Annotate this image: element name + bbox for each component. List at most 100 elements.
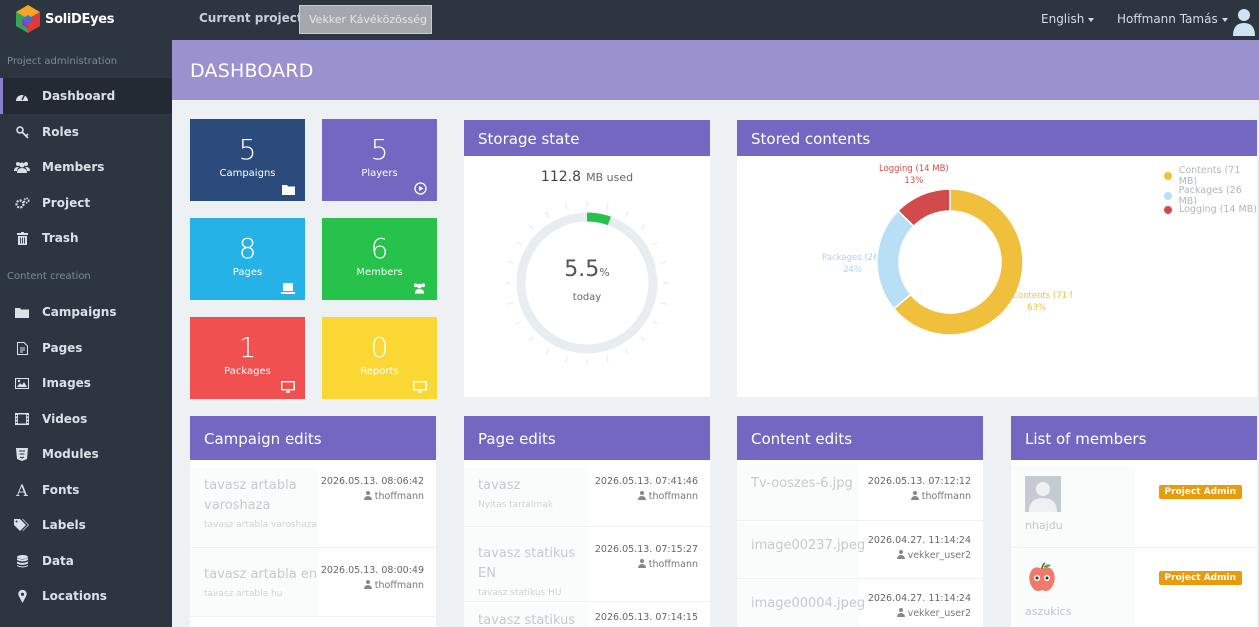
folder-icon bbox=[282, 185, 295, 195]
tile-campaigns[interactable]: 5 Campaigns bbox=[190, 119, 305, 201]
list-item[interactable]: tavasz statikus EN tavasz statikus HU 20… bbox=[464, 528, 710, 602]
sidebar-item-pages[interactable]: Pages bbox=[0, 330, 172, 366]
tile-packages[interactable]: 1 Packages bbox=[190, 317, 305, 399]
sidebar-item-labels[interactable]: Labels bbox=[0, 507, 172, 543]
monitor-icon bbox=[413, 381, 427, 393]
gauge-tick bbox=[606, 203, 609, 210]
edit-user: vekker_user2 bbox=[907, 550, 971, 561]
sidebar-item-fonts[interactable]: A Fonts bbox=[0, 472, 172, 508]
storage-percent: 5.5% bbox=[464, 257, 710, 282]
gauge-tick bbox=[545, 211, 550, 218]
legend-swatch bbox=[1164, 172, 1172, 180]
tile-label: Reports bbox=[360, 366, 399, 377]
gauge-tick bbox=[640, 336, 646, 342]
list-item[interactable]: image00004.jpeg 2026.04.27. 11:14:24 vek… bbox=[737, 580, 983, 627]
storage-used-value: 112.8 bbox=[540, 169, 581, 185]
list-item[interactable]: tavasz statikus HU 2026.05.13. 07:14:15 bbox=[464, 603, 710, 627]
tile-reports[interactable]: 0 Reports bbox=[322, 317, 437, 399]
html5-icon bbox=[12, 447, 32, 461]
page-title: DASHBOARD bbox=[190, 60, 314, 82]
sidebar-item-data[interactable]: Data bbox=[0, 543, 172, 579]
user-icon bbox=[896, 608, 905, 617]
list-item[interactable]: image00237.jpeg 2026.04.27. 11:14:24 vek… bbox=[737, 522, 983, 579]
members-panel: List of members nhajdu Project Admin asz… bbox=[1011, 416, 1257, 627]
trash-icon bbox=[12, 231, 32, 245]
brand-name: SoliDEyes bbox=[45, 11, 115, 27]
edit-date: 2026.05.13. 07:41:46 bbox=[594, 476, 698, 487]
cogs-icon bbox=[12, 196, 32, 210]
storage-gauge bbox=[505, 201, 669, 365]
tile-players[interactable]: 5 Players bbox=[322, 119, 437, 201]
chevron-down-icon bbox=[1088, 17, 1095, 22]
user-dropdown[interactable]: Hoffmann Tamás bbox=[1117, 12, 1228, 26]
list-item[interactable]: Tv-ooszes-6.jpg 2026.05.13. 07:12:12 tho… bbox=[737, 464, 983, 521]
pie-label-percent: 13% bbox=[904, 176, 924, 186]
gauge-tick bbox=[624, 211, 629, 218]
edit-user: thoffmann bbox=[648, 491, 698, 502]
sidebar-item-members[interactable]: Members bbox=[0, 149, 172, 185]
storage-percent-value: 5.5 bbox=[564, 257, 600, 282]
gauge-track bbox=[516, 212, 658, 354]
brand-logo[interactable]: SoliDEyes bbox=[13, 3, 115, 35]
chevron-down-icon bbox=[1221, 17, 1228, 22]
sidebar-item-dashboard[interactable]: Dashboard bbox=[0, 78, 172, 114]
list-item[interactable]: nhajdu Project Admin bbox=[1011, 466, 1257, 548]
sidebar-item-label: Members bbox=[42, 160, 105, 174]
gauge-tick bbox=[528, 224, 534, 230]
pie-slice-packages[interactable] bbox=[877, 209, 915, 310]
sidebar-item-label: Trash bbox=[42, 231, 79, 245]
legend-item-contents[interactable]: Contents (71 MB) bbox=[1164, 165, 1259, 187]
user-avatar-icon[interactable] bbox=[1232, 6, 1256, 36]
legend-item-logging[interactable]: Logging (14 MB) bbox=[1164, 204, 1257, 215]
sidebar-item-videos[interactable]: Videos bbox=[0, 401, 172, 437]
panel-title: Storage state bbox=[464, 120, 710, 156]
pie-label-packages: Packages (26 MB) 24% bbox=[822, 252, 877, 276]
sidebar-item-campaigns[interactable]: Campaigns bbox=[0, 294, 172, 330]
sidebar-item-locations[interactable]: Locations bbox=[0, 578, 172, 614]
list-item[interactable]: tavasz artabla en tavasz artabla hu 2026… bbox=[190, 549, 436, 617]
sidebar-item-label: Images bbox=[42, 376, 91, 390]
sidebar-item-project[interactable]: Project bbox=[0, 185, 172, 221]
tile-value: 8 bbox=[238, 232, 257, 265]
apple-avatar-icon bbox=[1029, 562, 1055, 591]
language-dropdown[interactable]: English bbox=[1041, 12, 1095, 26]
sidebar-item-roles[interactable]: Roles bbox=[0, 114, 172, 150]
tile-value: 5 bbox=[370, 133, 389, 166]
edit-subtitle: Nyitas tartalmak bbox=[478, 500, 553, 510]
sidebar-section-content: Content creation bbox=[7, 271, 91, 282]
panel-title: Stored contents bbox=[737, 120, 1257, 156]
edit-title: image00004.jpeg bbox=[751, 596, 866, 611]
list-item[interactable]: tavasz artabla varoshaza tavasz artabla … bbox=[190, 468, 436, 548]
list-item[interactable]: tavasz Nyitas tartalmak 2026.05.13. 07:4… bbox=[464, 468, 710, 527]
sidebar-item-label: Project bbox=[42, 196, 91, 210]
legend-label: Logging (14 MB) bbox=[1179, 204, 1257, 215]
sidebar-item-trash[interactable]: Trash bbox=[0, 220, 172, 256]
sidebar-item-label: Fonts bbox=[42, 483, 80, 497]
edit-title: Tv-ooszes-6.jpg bbox=[751, 476, 853, 491]
sidebar-item-label: Locations bbox=[42, 589, 107, 603]
edit-title: tavasz artabla en bbox=[204, 567, 318, 582]
current-project-label: Current project bbox=[199, 11, 303, 25]
list-item[interactable]: aszukics Project Admin bbox=[1011, 549, 1257, 627]
tile-members[interactable]: 6 Members bbox=[322, 218, 437, 300]
role-badge: Project Admin bbox=[1158, 571, 1242, 585]
tile-label: Campaigns bbox=[219, 168, 276, 179]
project-select[interactable]: Vekker Kávéközösség bbox=[299, 5, 432, 34]
database-icon bbox=[12, 554, 32, 568]
tile-value: 0 bbox=[370, 331, 389, 364]
sidebar-item-modules[interactable]: Modules bbox=[0, 436, 172, 472]
default-avatar-icon bbox=[1025, 476, 1061, 512]
sidebar-item-images[interactable]: Images bbox=[0, 365, 172, 401]
map-marker-icon bbox=[12, 589, 32, 603]
tile-pages[interactable]: 8 Pages bbox=[190, 218, 305, 300]
member-name: aszukics bbox=[1025, 605, 1072, 618]
edit-subtitle: tavasz artabla varoshaza bbox=[204, 520, 318, 530]
edit-user: thoffmann bbox=[374, 580, 424, 591]
gauge-tick bbox=[652, 320, 659, 325]
tile-value: 1 bbox=[238, 331, 257, 364]
sidebar-item-label: Roles bbox=[42, 125, 79, 139]
content-edits-panel: Content edits Tv-ooszes-6.jpg 2026.05.13… bbox=[737, 416, 983, 627]
gauge-tick bbox=[565, 356, 568, 363]
user-icon bbox=[910, 491, 919, 500]
gauge-tick bbox=[528, 336, 534, 342]
